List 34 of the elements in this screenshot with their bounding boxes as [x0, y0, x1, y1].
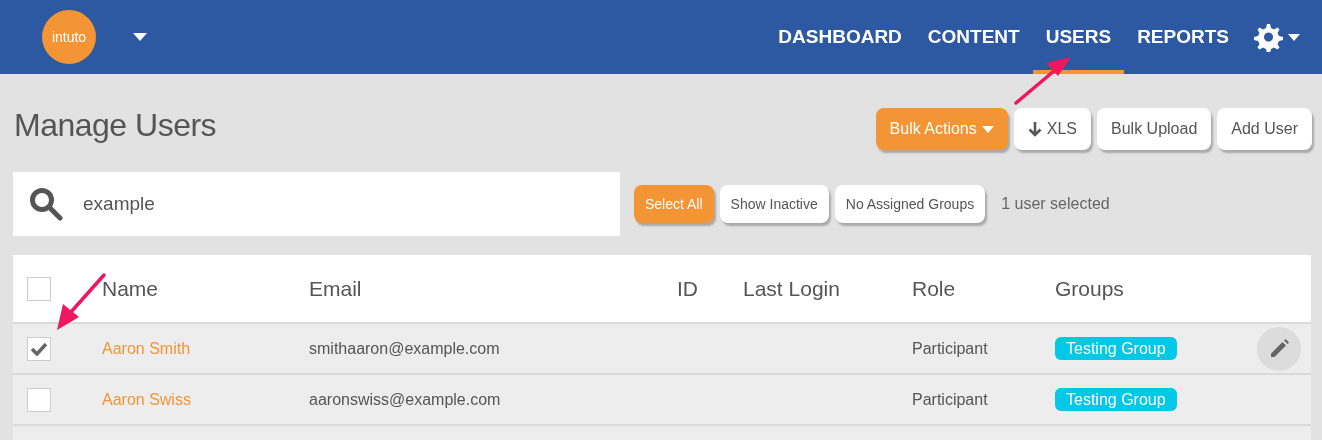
- edit-button[interactable]: [1257, 326, 1301, 371]
- column-header[interactable]: Last Login: [743, 276, 840, 300]
- down-arrow-icon: [1027, 121, 1042, 137]
- action-button[interactable]: Bulk Upload: [1097, 108, 1212, 150]
- role-cell: Participant: [912, 390, 988, 408]
- column-header[interactable]: Role: [912, 276, 956, 300]
- role-cell: Participant: [912, 339, 988, 357]
- group-tag: Testing Group: [1055, 387, 1177, 411]
- filter-button[interactable]: No Assigned Groups: [834, 185, 986, 223]
- email-cell: smithaaron@example.com: [309, 339, 500, 357]
- column-header[interactable]: ID: [677, 276, 698, 300]
- group-tag: Testing Group: [1055, 336, 1177, 360]
- caret-icon: [981, 125, 994, 133]
- action-button[interactable]: XLS: [1013, 108, 1091, 150]
- select-all-checkbox[interactable]: [27, 276, 51, 301]
- page-title: Manage Users: [14, 106, 217, 144]
- action-button[interactable]: Add User: [1217, 108, 1312, 150]
- email-cell: aaronswiss@example.com: [309, 390, 501, 408]
- column-header[interactable]: Name: [102, 276, 159, 300]
- nav-tab[interactable]: CONTENT: [914, 0, 1033, 74]
- nav-tab[interactable]: DASHBOARD: [765, 0, 915, 74]
- settings-icon[interactable]: [1252, 22, 1300, 52]
- nav-tab[interactable]: REPORTS: [1124, 0, 1242, 74]
- annotation-arrow: [1014, 55, 1072, 107]
- row-checkbox[interactable]: [27, 336, 51, 361]
- row-checkbox[interactable]: [27, 387, 51, 412]
- column-header[interactable]: Email: [309, 276, 362, 300]
- search-field[interactable]: example: [13, 172, 620, 236]
- selection-status: 1 user selected: [1001, 195, 1110, 213]
- search-icon: [29, 187, 63, 221]
- caret-icon[interactable]: [133, 33, 147, 41]
- pencil-icon: [1268, 337, 1290, 360]
- filter-button[interactable]: Show Inactive: [719, 185, 829, 223]
- column-header[interactable]: Groups: [1055, 276, 1124, 300]
